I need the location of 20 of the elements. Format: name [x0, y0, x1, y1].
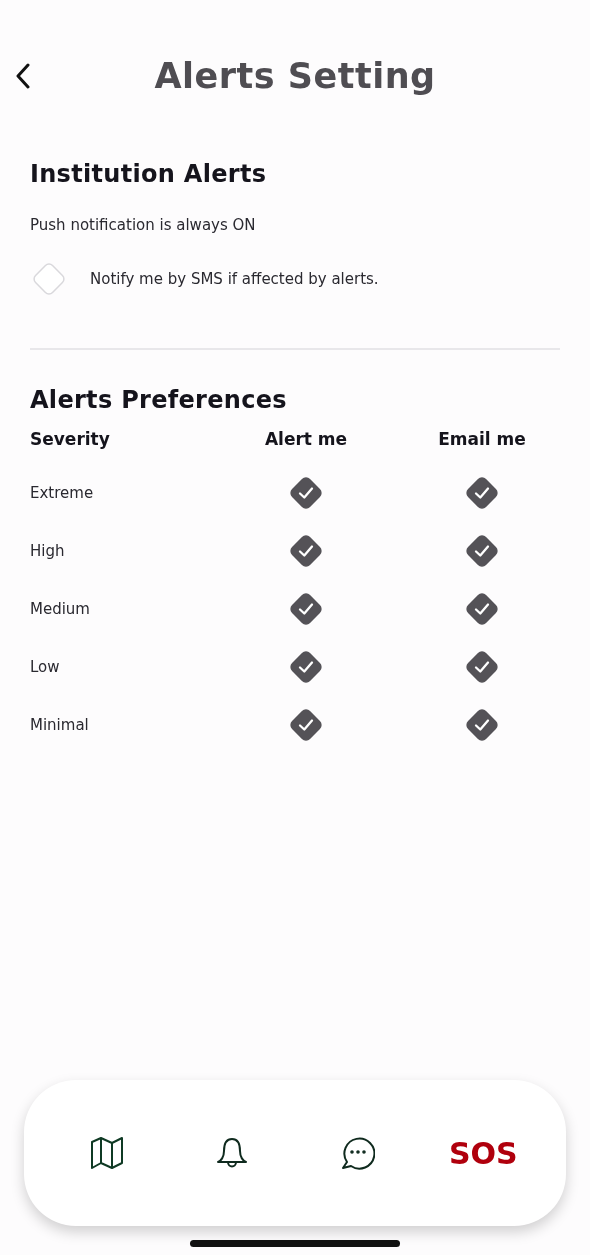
section-heading: Alerts Preferences — [30, 386, 288, 414]
page-title: Alerts Setting — [154, 56, 436, 96]
severity-label: Extreme — [30, 484, 95, 502]
column-header: Alert me — [263, 429, 349, 449]
map-tab[interactable] — [89, 1136, 124, 1170]
bell-icon — [216, 1137, 249, 1169]
column-header: Severity — [30, 429, 111, 449]
chat-icon — [340, 1136, 375, 1170]
checkbox-label: Notify me by SMS if affected by alerts. — [90, 270, 379, 288]
column-header: Email me — [437, 429, 527, 449]
info-text: Push notification is always ON — [30, 216, 257, 234]
severity-label: Medium — [30, 600, 91, 618]
severity-label: High — [30, 542, 66, 560]
chat-tab[interactable] — [340, 1136, 375, 1170]
bell-tab[interactable] — [216, 1137, 249, 1169]
map-icon — [89, 1136, 124, 1170]
section-heading: Institution Alerts — [30, 160, 268, 188]
severity-label: Low — [30, 658, 61, 676]
severity-label: Minimal — [30, 716, 90, 734]
sos-button[interactable]: SOS — [448, 1135, 518, 1171]
